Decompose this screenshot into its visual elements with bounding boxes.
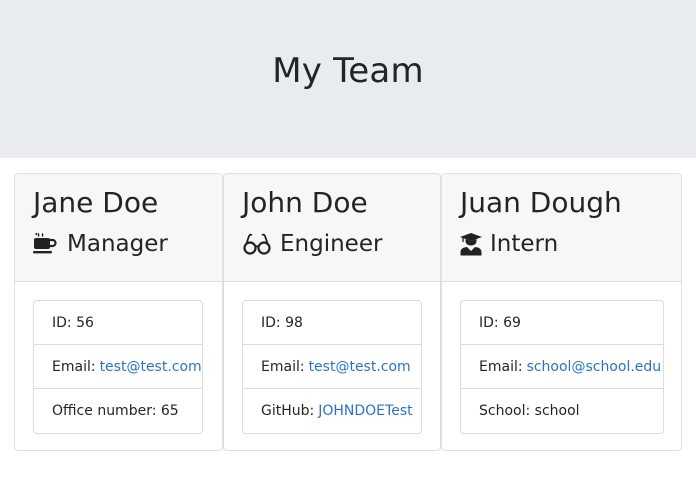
employee-details-list: ID: 56 Email: test@test.com Office numbe…	[33, 300, 203, 434]
role-label: Manager	[67, 231, 168, 257]
jumbotron: My Team	[0, 0, 696, 158]
employee-details-list: ID: 98 Email: test@test.com GitHub: JOHN…	[242, 300, 422, 434]
id-text: ID: 69	[479, 314, 521, 331]
email-label: Email:	[261, 358, 305, 375]
list-item-school: School: school	[461, 389, 663, 433]
employee-role: Engineer	[242, 231, 382, 257]
id-text: ID: 98	[261, 314, 303, 331]
employee-name: John Doe	[242, 186, 368, 219]
email-link[interactable]: test@test.com	[309, 359, 411, 375]
employee-role: Manager	[33, 231, 168, 257]
employee-name: Jane Doe	[33, 186, 159, 219]
email-label: Email:	[52, 358, 96, 375]
coffee-icon	[33, 233, 67, 255]
employee-card-manager: Jane Doe Manager ID: 56 Email: test@test…	[14, 173, 223, 451]
employee-name: Juan Dough	[460, 186, 622, 219]
list-item-email: Email: school@school.edu	[461, 345, 663, 389]
card-header: Jane Doe Manager	[15, 174, 222, 282]
email-link[interactable]: test@test.com	[100, 359, 202, 375]
role-label: Engineer	[280, 231, 383, 257]
glasses-icon	[242, 233, 280, 255]
employee-card-engineer: John Doe Engineer ID: 98 Email: test@tes…	[223, 173, 441, 451]
graduate-icon	[460, 232, 490, 256]
list-item-office: Office number: 65	[34, 389, 202, 433]
github-link[interactable]: JOHNDOETest	[318, 403, 412, 419]
employee-role: Intern	[460, 231, 558, 257]
office-number-text: Office number: 65	[52, 403, 179, 419]
employee-details-list: ID: 69 Email: school@school.edu School: …	[460, 300, 664, 434]
list-item-email: Email: test@test.com	[34, 345, 202, 389]
page-title: My Team	[272, 51, 424, 91]
list-item-github: GitHub: JOHNDOETest	[243, 389, 421, 433]
school-text: School: school	[479, 403, 580, 419]
list-item-id: ID: 56	[34, 301, 202, 345]
email-label: Email:	[479, 358, 523, 375]
github-label: GitHub:	[261, 403, 315, 419]
role-label: Intern	[490, 231, 559, 257]
list-item-email: Email: test@test.com	[243, 345, 421, 389]
list-item-id: ID: 69	[461, 301, 663, 345]
employee-card-intern: Juan Dough Intern ID: 69 Email: school@s…	[441, 173, 682, 451]
id-text: ID: 56	[52, 314, 94, 331]
email-link[interactable]: school@school.edu	[527, 359, 662, 375]
card-header: John Doe Engineer	[224, 174, 440, 282]
list-item-id: ID: 98	[243, 301, 421, 345]
card-header: Juan Dough Intern	[442, 174, 681, 282]
